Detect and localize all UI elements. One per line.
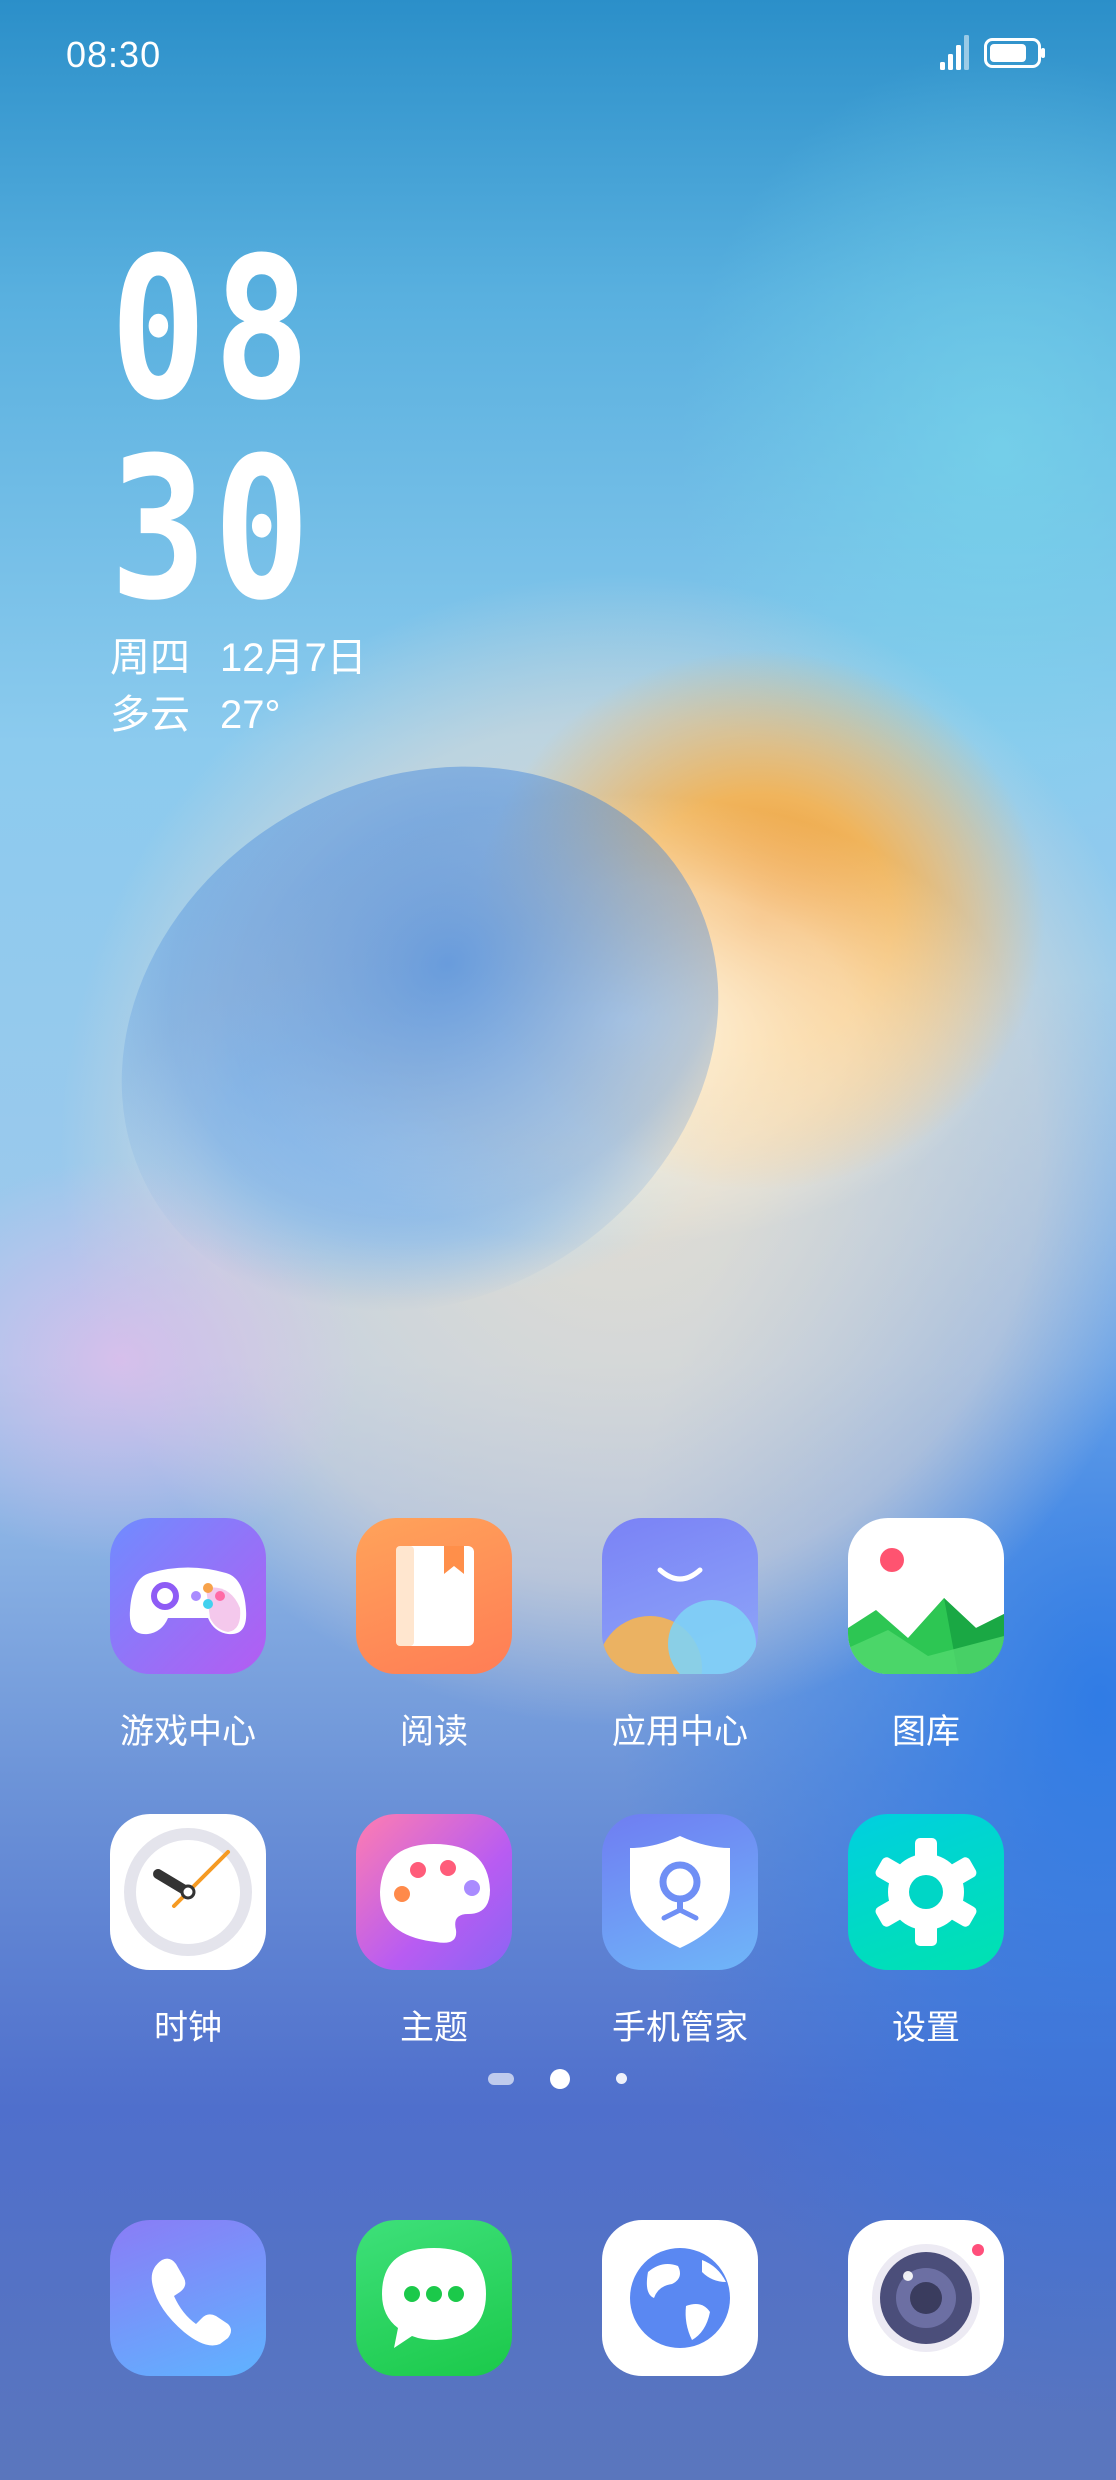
temperature-text: 27°: [220, 693, 281, 737]
page-indicator[interactable]: [488, 2066, 628, 2092]
palette-icon: [356, 1814, 512, 1970]
dock-messages[interactable]: [334, 2220, 534, 2376]
clock-minute: 30: [110, 416, 317, 644]
weather-line: 多云 27°: [110, 682, 281, 740]
app-label: 手机管家: [612, 2009, 748, 2047]
dock-camera[interactable]: [826, 2220, 1026, 2376]
app-label: 主题: [400, 2009, 468, 2047]
app-gallery[interactable]: 图库: [826, 1518, 1026, 1753]
app-label: 游戏中心: [120, 1713, 256, 1751]
dock-phone[interactable]: [88, 2220, 288, 2376]
clock-icon: [110, 1814, 266, 1970]
app-game-center[interactable]: 游戏中心: [88, 1518, 288, 1753]
weekday-text: 周四: [110, 636, 190, 680]
book-icon: [356, 1518, 512, 1674]
app-phone-manager[interactable]: 手机管家: [580, 1814, 780, 2049]
gamepad-icon: [110, 1518, 266, 1674]
app-clock[interactable]: 时钟: [88, 1814, 288, 2049]
app-reading[interactable]: 阅读: [334, 1518, 534, 1753]
app-settings[interactable]: 设置: [826, 1814, 1026, 2049]
app-theme[interactable]: 主题: [334, 1814, 534, 2049]
app-app-center[interactable]: 应用中心: [580, 1518, 780, 1753]
phone-icon: [110, 2220, 266, 2376]
app-label: 应用中心: [612, 1713, 748, 1751]
phone-manager-shield-icon: [602, 1814, 758, 1970]
camera-icon: [848, 2220, 1004, 2376]
clock-widget[interactable]: 08 30 周四 12月7日 多云 27°: [110, 216, 367, 737]
dock-browser[interactable]: [580, 2220, 780, 2376]
app-label: 设置: [892, 2009, 960, 2047]
date-text: 12月7日: [220, 636, 367, 680]
gallery-icon: [848, 1518, 1004, 1674]
page-dot-3[interactable]: [616, 2073, 627, 2084]
battery-icon: [984, 38, 1045, 68]
page-dot-1[interactable]: [488, 2073, 514, 2085]
page-dot-2-active[interactable]: [550, 2069, 570, 2089]
clock-hour: 08: [110, 216, 317, 444]
date-line: 周四 12月7日: [110, 625, 367, 683]
app-label: 时钟: [154, 2009, 222, 2047]
signal-icon: [940, 35, 969, 70]
gear-icon: [848, 1814, 1004, 1970]
app-label: 图库: [892, 1713, 960, 1751]
messages-icon: [356, 2220, 512, 2376]
browser-globe-icon: [602, 2220, 758, 2376]
status-time: 08:30: [66, 34, 162, 75]
app-label: 阅读: [400, 1713, 468, 1751]
app-store-icon: [602, 1518, 758, 1674]
weather-text: 多云: [110, 693, 190, 737]
status-bar: 08:30: [0, 0, 1116, 110]
